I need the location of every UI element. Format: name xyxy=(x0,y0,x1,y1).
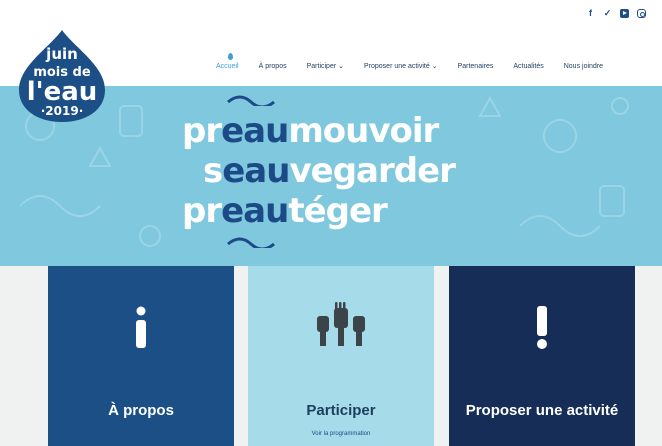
main-nav: Accueil À propos Participer ⌄ Proposer u… xyxy=(216,52,623,70)
card-participer[interactable]: Participer Voir la programmation xyxy=(248,266,434,446)
cards-section: À propos Participer Voir la programmatio… xyxy=(0,266,662,446)
exclamation-icon xyxy=(537,306,547,349)
card-title: À propos xyxy=(108,402,174,419)
nav-item-actualites[interactable]: Actualités xyxy=(513,63,543,70)
nav-item-partenaires[interactable]: Partenaires xyxy=(458,63,494,70)
nav-item-proposer-activite[interactable]: Proposer une activité ⌄ xyxy=(364,62,438,70)
site-logo[interactable]: juin mois de l'eau ·2019· xyxy=(15,28,109,124)
hero-line-promouvoir: preaumouvoir xyxy=(182,111,439,151)
youtube-icon[interactable] xyxy=(620,9,629,18)
raised-hands-icon xyxy=(317,302,365,346)
logo-line3: l'eau xyxy=(27,77,98,107)
social-links: f ✓ xyxy=(586,9,646,18)
nav-item-nous-joindre[interactable]: Nous joindre xyxy=(564,63,603,70)
nav-item-a-propos[interactable]: À propos xyxy=(259,63,287,70)
twitter-icon[interactable]: ✓ xyxy=(603,9,612,18)
info-icon xyxy=(136,306,146,348)
hero-line-proteger: preautéger xyxy=(182,191,388,231)
wave-top-icon xyxy=(227,95,275,106)
logo-year: ·2019· xyxy=(41,104,84,118)
card-a-propos[interactable]: À propos xyxy=(48,266,234,446)
card-proposer-activite[interactable]: Proposer une activité xyxy=(449,266,635,446)
wave-bottom-icon xyxy=(227,237,275,248)
card-title: Participer xyxy=(306,402,376,419)
nav-item-participer[interactable]: Participer ⌄ xyxy=(307,62,344,70)
top-bar: f ✓ xyxy=(0,0,662,26)
card-subtitle-link[interactable]: Voir la programmation xyxy=(248,431,434,437)
facebook-icon[interactable]: f xyxy=(586,9,595,18)
instagram-icon[interactable] xyxy=(637,9,646,18)
nav-item-accueil[interactable]: Accueil xyxy=(216,52,239,70)
page: f ✓ juin mois de l'eau ·2019· Accueil À … xyxy=(0,0,662,446)
logo-line1: juin xyxy=(45,45,78,63)
hero-line-sauvegarder: seauvegarder xyxy=(203,151,456,191)
card-title: Proposer une activité xyxy=(465,402,619,419)
